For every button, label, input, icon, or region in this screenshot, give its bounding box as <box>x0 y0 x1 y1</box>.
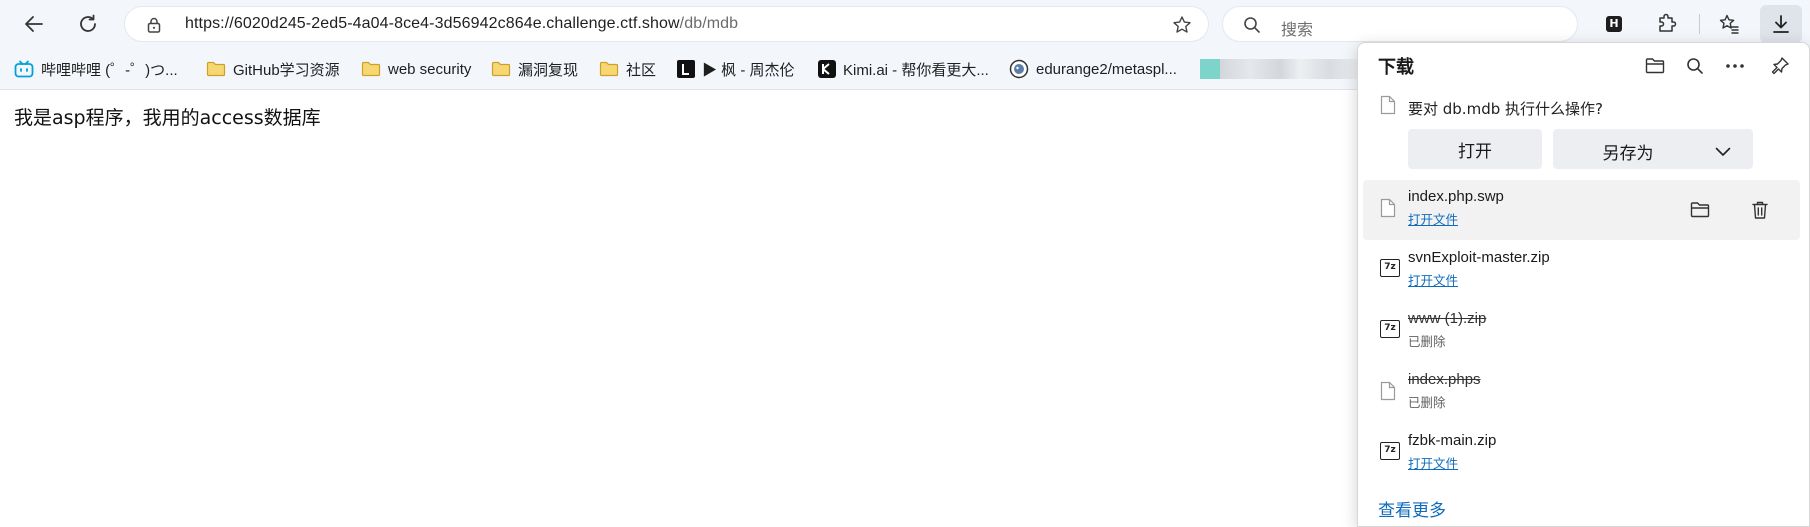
search-placeholder: 搜索 <box>1281 20 1314 39</box>
puzzle-icon <box>1659 13 1677 32</box>
open-folder-icon[interactable] <box>1640 51 1670 81</box>
extensions-button[interactable] <box>1651 8 1683 40</box>
bilibili-icon <box>14 60 34 78</box>
7z-archive-icon: 7z <box>1380 320 1400 338</box>
folder-icon <box>491 61 511 77</box>
save-as-label: 另存为 <box>1602 144 1654 164</box>
save-as-button[interactable]: 另存为 <box>1553 129 1753 169</box>
page-body-text: 我是asp程序，我用的access数据库 <box>14 107 321 129</box>
download-item[interactable]: 7z svnExploit-master.zip 打开文件 <box>1363 241 1800 301</box>
blurred-bookmark[interactable] <box>1200 59 1360 79</box>
more-options-icon[interactable] <box>1720 51 1750 81</box>
downloads-panel: 下载 要对 db.mdb 执行什么操作? 打开 另存为 index.php.sw… <box>1357 42 1810 527</box>
favorite-star-icon[interactable] <box>1172 15 1192 39</box>
download-file-name: index.phps <box>1408 371 1481 388</box>
toolbar-divider <box>1699 14 1700 34</box>
url-host: https://6020d245-2ed5-4a04-8ce4-3d56942c… <box>185 15 680 32</box>
favorites-list-icon <box>1719 14 1739 34</box>
download-icon <box>1773 15 1789 33</box>
folder-icon <box>206 61 226 77</box>
downloads-button[interactable] <box>1760 5 1802 43</box>
back-button[interactable] <box>18 8 50 40</box>
download-prompt: 要对 db.mdb 执行什么操作? <box>1408 100 1603 118</box>
folder-icon <box>361 61 381 77</box>
search-box[interactable]: 搜索 <box>1222 6 1578 42</box>
open-file-link[interactable]: 打开文件 <box>1408 453 1458 472</box>
download-file-name: index.php.swp <box>1408 188 1504 205</box>
download-item[interactable]: 7z fzbk-main.zip 打开文件 <box>1363 424 1800 484</box>
extension-h-button[interactable]: H <box>1598 8 1630 40</box>
url-text[interactable]: https://6020d245-2ed5-4a04-8ce4-3d56942c… <box>185 15 738 33</box>
bookmark-label: 社区 <box>626 61 657 79</box>
bookmark-kimi[interactable]: Kimi.ai - 帮你看更大... <box>818 58 989 80</box>
extension-h-icon: H <box>1606 16 1622 32</box>
folder-icon <box>599 61 619 77</box>
file-icon <box>1380 95 1396 119</box>
downloads-title: 下载 <box>1378 57 1414 78</box>
download-file-name: svnExploit-master.zip <box>1408 249 1550 266</box>
github-icon <box>1009 59 1029 79</box>
chevron-down-icon[interactable] <box>1715 142 1731 162</box>
show-in-folder-icon[interactable] <box>1686 196 1714 224</box>
bookmark-label: Kimi.ai - 帮你看更大... <box>843 61 989 79</box>
file-icon <box>1380 198 1396 222</box>
7z-archive-icon: 7z <box>1380 259 1400 277</box>
music-app-icon <box>677 60 695 78</box>
delete-icon[interactable] <box>1746 196 1774 224</box>
bookmark-bilibili[interactable]: 哔哩哔哩 (゜-゜)つ... <box>14 58 178 80</box>
deleted-status: 已删除 <box>1408 334 1446 349</box>
download-file-name: www (1).zip <box>1408 310 1487 327</box>
refresh-icon <box>80 14 96 32</box>
search-icon[interactable] <box>1680 51 1710 81</box>
open-file-link[interactable]: 打开文件 <box>1408 270 1458 289</box>
7z-archive-icon: 7z <box>1380 442 1400 460</box>
bookmark-label: edurange2/metaspl... <box>1036 60 1177 78</box>
open-button[interactable]: 打开 <box>1408 129 1542 169</box>
bookmark-label: web security <box>388 60 472 78</box>
bookmark-music[interactable]: ▶ 枫 - 周杰伦 <box>677 58 795 80</box>
bookmark-vuln-repro[interactable]: 漏洞复现 <box>491 58 578 80</box>
lock-icon[interactable] <box>147 17 161 37</box>
pin-icon[interactable] <box>1765 51 1795 81</box>
favorites-button[interactable] <box>1713 8 1745 40</box>
search-icon <box>1243 16 1261 38</box>
back-arrow-icon <box>25 16 43 32</box>
url-path: /db/mdb <box>679 15 739 32</box>
bookmark-label: GitHub学习资源 <box>233 61 340 79</box>
download-file-name: fzbk-main.zip <box>1408 432 1497 449</box>
bookmark-label: 哔哩哔哩 (゜-゜)つ... <box>41 61 178 79</box>
kimi-icon <box>818 60 836 78</box>
download-item[interactable]: 7z www (1).zip 已删除 <box>1363 302 1800 362</box>
bookmark-github-resources[interactable]: GitHub学习资源 <box>206 58 340 80</box>
bookmark-label: 漏洞复现 <box>518 61 579 79</box>
bookmark-community[interactable]: 社区 <box>599 58 656 80</box>
bookmark-web-security[interactable]: web security <box>361 58 471 80</box>
bookmark-label: ▶ 枫 - 周杰伦 <box>702 61 795 79</box>
deleted-status: 已删除 <box>1408 395 1446 410</box>
browser-toolbar: https://6020d245-2ed5-4a04-8ce4-3d56942c… <box>0 0 1810 48</box>
bookmark-edurange[interactable]: edurange2/metaspl... <box>1009 58 1177 80</box>
download-item[interactable]: index.phps 已删除 <box>1363 363 1800 423</box>
file-icon <box>1380 381 1396 405</box>
refresh-button[interactable] <box>72 8 104 40</box>
open-file-link[interactable]: 打开文件 <box>1408 209 1458 228</box>
download-item[interactable]: index.php.swp 打开文件 <box>1363 180 1800 240</box>
see-more-link[interactable]: 查看更多 <box>1378 496 1446 521</box>
address-bar[interactable]: https://6020d245-2ed5-4a04-8ce4-3d56942c… <box>124 6 1209 42</box>
